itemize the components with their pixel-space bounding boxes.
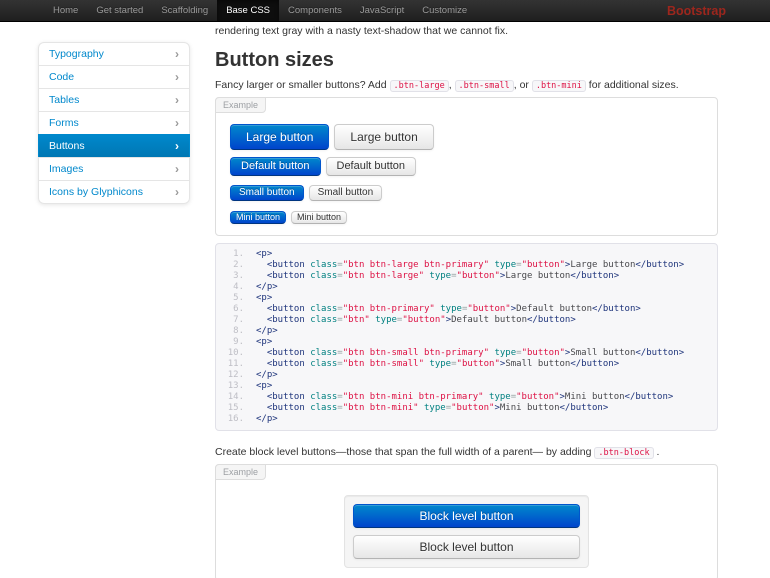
chevron-right-icon: › (175, 47, 179, 61)
default-button-row: Default button Default button (230, 156, 703, 176)
sidebar-item-forms[interactable]: Forms › (38, 111, 190, 135)
code-line: <button class="btn btn-large btn-primary… (216, 260, 685, 271)
navbar-menu: Home Get started Scaffolding Base CSS Compon… (44, 0, 476, 21)
default-default-button[interactable]: Default button (325, 157, 416, 176)
previous-section-text: rendering text gray with a nasty text-sh… (215, 25, 508, 37)
sidebar-item-typography[interactable]: Typography › (38, 42, 190, 66)
sidebar-item-label: Buttons (49, 140, 85, 152)
default-primary-button[interactable]: Default button (230, 157, 321, 176)
sidebar-item-code[interactable]: Code › (38, 65, 190, 89)
chevron-right-icon: › (175, 162, 179, 176)
chevron-right-icon: › (175, 185, 179, 199)
small-primary-button[interactable]: Small button (230, 185, 304, 201)
example-box-sizes: Example Large button Large button Default … (215, 97, 718, 236)
sidebar-item-label: Typography (49, 48, 104, 60)
page-title: Button sizes (215, 49, 334, 71)
sidebar-item-buttons[interactable]: Buttons › (38, 134, 190, 158)
block-level-button-default[interactable]: Block level button (353, 535, 580, 559)
code-line: </p> (216, 370, 278, 381)
nav-item-components[interactable]: Components (279, 0, 351, 21)
code-line: <button class="btn btn-large" type="butt… (216, 271, 620, 282)
nav-item-javascript[interactable]: JavaScript (351, 0, 413, 21)
large-default-button[interactable]: Large button (334, 124, 434, 150)
nav-item-home[interactable]: Home (44, 0, 87, 21)
code-line: <p> (216, 293, 273, 304)
sidebar-item-label: Images (49, 163, 84, 175)
nav-item-scaffolding[interactable]: Scaffolding (152, 0, 217, 21)
code-line: <p> (216, 381, 273, 392)
sidebar: Typography › Code › Tables › Forms › Buttons › Ima… (38, 42, 190, 204)
example-box-block: Example Block level buttonBlock level bu… (215, 464, 718, 578)
text: , or (513, 79, 532, 91)
text: Create block level buttons—those that sp… (215, 446, 595, 458)
code-line: <button class="btn btn-small btn-primary… (216, 348, 685, 359)
code-line: <button class="btn btn-primary" type="bu… (216, 304, 641, 315)
code-line: </p> (216, 282, 278, 293)
code-line: <button class="btn btn-mini" type="butto… (216, 403, 609, 414)
sizes-paragraph: Fancy larger or smaller buttons? Add .bt… (215, 78, 718, 93)
chevron-right-icon: › (175, 139, 179, 153)
code-block-sizes: <p> <button class="btn btn-large btn-pri… (215, 243, 718, 431)
code-line: </p> (216, 414, 278, 425)
sidebar-item-label: Tables (49, 94, 80, 106)
code-line: <button class="btn btn-mini btn-primary"… (216, 392, 674, 403)
navbar: Home Get started Scaffolding Base CSS Compon… (0, 0, 770, 22)
large-primary-button[interactable]: Large button (230, 124, 330, 150)
block-buttons-well: Block level button Block level button (344, 495, 589, 568)
small-default-button[interactable]: Small button (308, 185, 383, 201)
code-line: <button class="btn btn-small" type="butt… (216, 359, 620, 370)
text: for additional sizes. (585, 79, 679, 91)
navbar-brand[interactable]: Bootstrap (667, 4, 726, 18)
main-content: rendering text gray with a nasty text-sh… (215, 22, 718, 578)
nav-item-get-started[interactable]: Get started (87, 0, 152, 21)
button-rows: Large button Large button Default button De… (230, 124, 703, 225)
inline-code-btn-large: .btn-large (389, 80, 449, 92)
code-line: <button class="btn" type="button">Defaul… (216, 315, 576, 326)
inline-code-btn-mini: .btn-mini (531, 80, 586, 92)
text: Fancy larger or smaller buttons? Add (215, 79, 390, 91)
sidebar-item-label: Forms (49, 117, 79, 129)
chevron-right-icon: › (175, 70, 179, 84)
mini-primary-button[interactable]: Mini button (230, 211, 287, 224)
large-button-row: Large button Large button (230, 124, 703, 150)
chevron-right-icon: › (175, 93, 179, 107)
sidebar-item-images[interactable]: Images › (38, 157, 190, 181)
mini-default-button[interactable]: Mini button (291, 211, 348, 224)
text: . (653, 446, 660, 458)
example-label: Example (215, 97, 267, 113)
sidebar-item-icons-by-glyphicons[interactable]: Icons by Glyphicons › (38, 180, 190, 204)
code-lines-1: <p> <button class="btn btn-large btn-pri… (216, 249, 717, 425)
block-paragraph: Create block level buttons—those that sp… (215, 445, 718, 460)
code-line: </p> (216, 326, 278, 337)
code-line: <p> (216, 249, 273, 260)
block-level-button-primary[interactable]: Block level button (353, 504, 580, 528)
sidebar-item-label: Code (49, 71, 75, 83)
nav-item-customize[interactable]: Customize (413, 0, 476, 21)
small-button-row: Small button Small button (230, 182, 703, 201)
nav-item-base-css[interactable]: Base CSS (217, 0, 280, 21)
inline-code-btn-small: .btn-small (454, 80, 514, 92)
text: , (448, 79, 455, 91)
sidebar-item-tables[interactable]: Tables › (38, 88, 190, 112)
code-line: <p> (216, 337, 273, 348)
mini-button-row: Mini button Mini button (230, 207, 703, 225)
example-label: Example (215, 464, 267, 480)
inline-code-btn-block: .btn-block (594, 447, 654, 459)
chevron-right-icon: › (175, 116, 179, 130)
sidebar-item-label: Icons by Glyphicons (49, 186, 143, 198)
